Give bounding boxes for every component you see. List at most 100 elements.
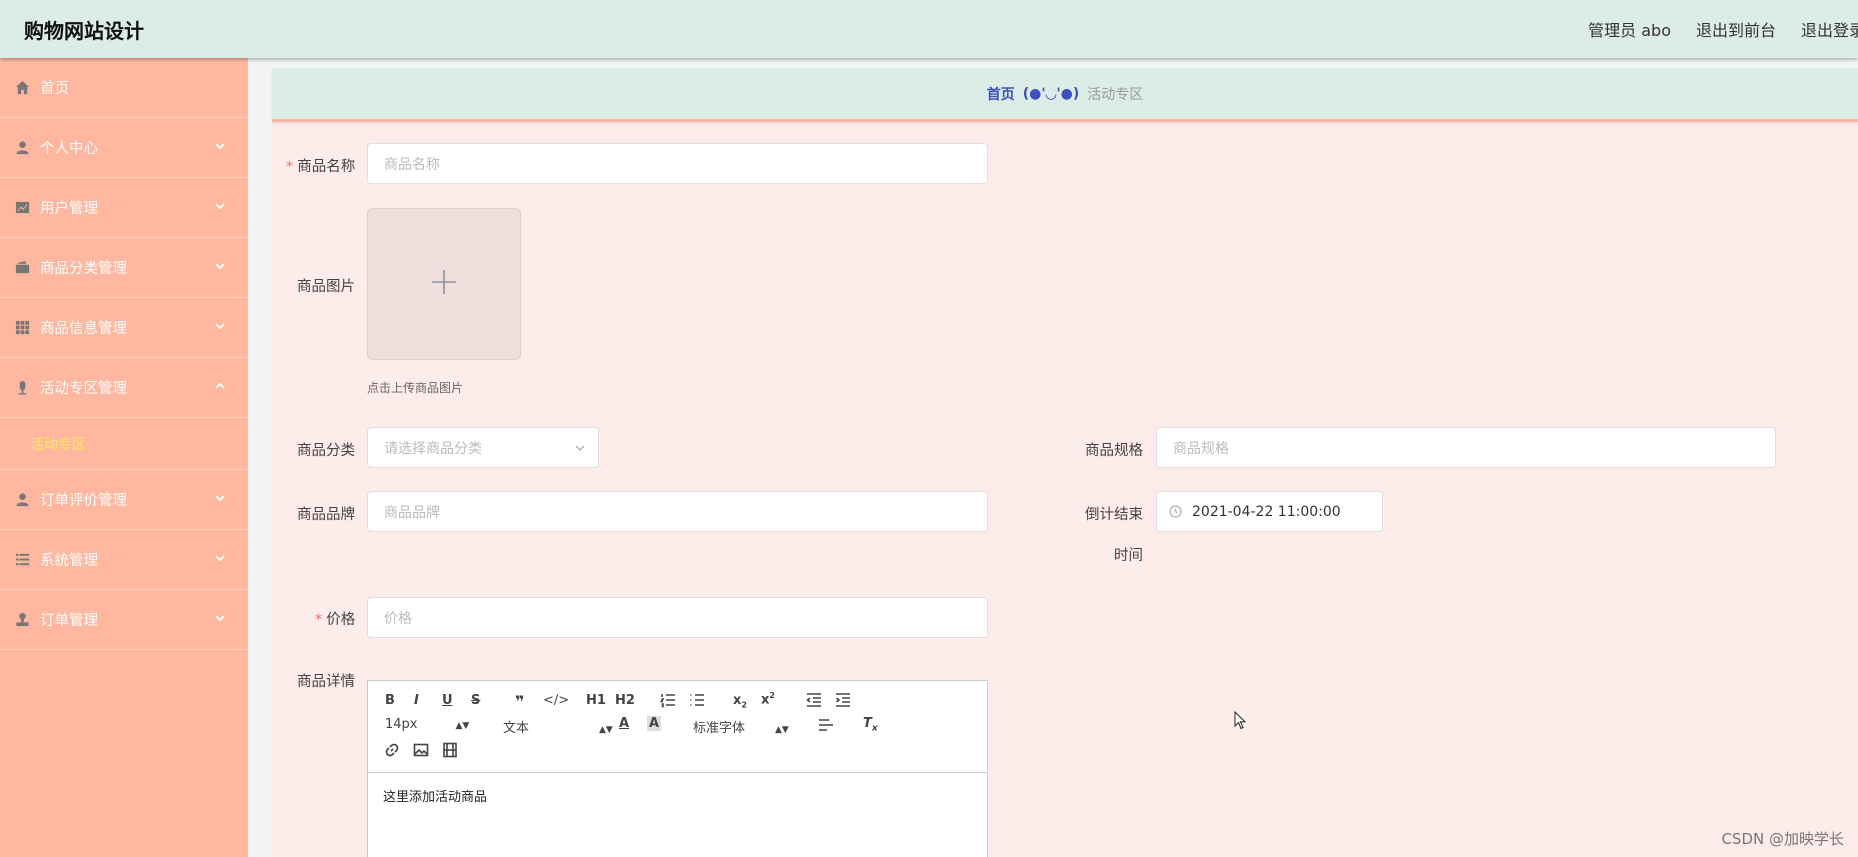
microphone-icon xyxy=(14,380,30,396)
logout-link[interactable]: 退出登录 xyxy=(1801,17,1858,41)
sort-arrows-icon: ▲▼ xyxy=(599,725,613,735)
sidebar-item-home[interactable]: 首页 xyxy=(0,58,248,118)
heading1-button[interactable]: H1 xyxy=(586,693,606,708)
breadcrumb-separator: (●'◡'●) xyxy=(1022,85,1080,102)
top-header: 购物网站设计 管理员 abo 退出到前台 退出登录 xyxy=(0,0,1858,58)
video-icon[interactable] xyxy=(442,742,458,762)
editor-content[interactable]: 这里添加活动商品 xyxy=(383,786,487,805)
countdown-label: 倒计结束 xyxy=(1085,507,1143,523)
countdown-value: 2021-04-22 11:00:00 xyxy=(1192,503,1341,520)
bullet-list-icon[interactable] xyxy=(689,692,705,712)
blockquote-button[interactable]: ❞ xyxy=(515,692,524,711)
detail-label: 商品详情 xyxy=(297,674,355,690)
clock-icon xyxy=(1169,505,1182,518)
superscript-button[interactable]: x2 xyxy=(761,691,775,707)
italic-button[interactable]: I xyxy=(414,693,419,708)
sidebar-item-user-management[interactable]: 用户管理 xyxy=(0,178,248,238)
csdn-watermark: CSDN @加映学长 xyxy=(1721,830,1844,848)
plus-icon xyxy=(431,269,457,299)
wallet-icon xyxy=(14,260,30,276)
header-format-value: 文本 xyxy=(503,721,530,736)
sidebar-item-label: 商品分类管理 xyxy=(40,261,127,277)
back-to-front-link[interactable]: 退出到前台 xyxy=(1696,17,1776,41)
grid-icon xyxy=(14,320,30,336)
font-color-button[interactable]: A xyxy=(619,716,629,731)
chevron-down-icon xyxy=(214,612,226,624)
sidebar-item-label: 订单管理 xyxy=(40,613,98,629)
ordered-list-icon[interactable] xyxy=(660,692,676,712)
font-family-select[interactable]: 标准字体 ▲▼ xyxy=(693,717,789,736)
sidebar-item-label: 用户管理 xyxy=(40,201,98,217)
site-title: 购物网站设计 xyxy=(24,19,144,43)
link-icon[interactable] xyxy=(384,742,400,762)
header-actions: 管理员 abo 退出到前台 退出登录 xyxy=(1588,17,1858,41)
required-marker: * xyxy=(286,159,294,175)
category-select[interactable]: 请选择商品分类 xyxy=(367,427,599,468)
sort-arrows-icon: ▲▼ xyxy=(775,725,789,735)
sidebar-item-category-management[interactable]: 商品分类管理 xyxy=(0,238,248,298)
product-image-label: 商品图片 xyxy=(297,279,355,295)
underline-button[interactable]: U xyxy=(442,693,453,708)
brand-placeholder: 商品品牌 xyxy=(384,504,440,521)
code-block-button[interactable]: </> xyxy=(543,693,569,708)
spec-input[interactable]: 商品规格 xyxy=(1156,427,1776,468)
image-upload-button[interactable] xyxy=(367,208,521,360)
background-color-button[interactable]: A xyxy=(647,716,662,731)
admin-label: 管理员 abo xyxy=(1588,21,1671,40)
sidebar-item-label: 订单评价管理 xyxy=(40,493,127,509)
product-name-input[interactable]: 商品名称 xyxy=(367,143,988,184)
category-placeholder: 请选择商品分类 xyxy=(384,440,482,457)
outdent-icon[interactable] xyxy=(806,692,822,712)
breadcrumb-home[interactable]: 首页 xyxy=(987,84,1015,104)
product-name-label: * 商品名称 xyxy=(286,155,355,176)
brand-label: 商品品牌 xyxy=(297,507,355,523)
subscript-button[interactable]: x2 xyxy=(733,693,747,710)
editor-toolbar: B I U S ❞ </> H1 H2 x2 x2 14px ▲▼ 文本 ▲▼ A … xyxy=(368,681,987,773)
submenu-item-activity-zone[interactable]: 活动专区 xyxy=(30,434,86,454)
sidebar: 首页 个人中心 用户管理 商品分类管理 商品信息管理 活动专区管理 活动专区 订… xyxy=(0,58,248,857)
chevron-down-icon xyxy=(214,260,226,272)
font-size-value: 14px xyxy=(385,717,418,732)
spec-label: 商品规格 xyxy=(1085,443,1143,459)
mouse-cursor-icon xyxy=(1234,710,1248,731)
chevron-down-icon xyxy=(214,320,226,332)
price-label: * 价格 xyxy=(315,608,355,629)
sidebar-item-label: 商品信息管理 xyxy=(40,321,127,337)
bold-button[interactable]: B xyxy=(385,693,395,708)
rich-text-editor: B I U S ❞ </> H1 H2 x2 x2 14px ▲▼ 文本 ▲▼ A … xyxy=(367,680,988,857)
chevron-down-icon xyxy=(214,140,226,152)
chevron-down-icon xyxy=(214,552,226,564)
font-size-select[interactable]: 14px ▲▼ xyxy=(385,717,469,732)
sidebar-item-product-management[interactable]: 商品信息管理 xyxy=(0,298,248,358)
price-placeholder: 价格 xyxy=(384,610,412,627)
font-family-value: 标准字体 xyxy=(693,721,746,736)
sidebar-item-order-management[interactable]: 订单管理 xyxy=(0,590,248,650)
chevron-down-icon xyxy=(574,442,586,454)
heading2-button[interactable]: H2 xyxy=(615,693,635,708)
countdown-datetime-picker[interactable]: 2021-04-22 11:00:00 xyxy=(1156,491,1383,532)
user-icon xyxy=(14,140,30,156)
user-icon xyxy=(14,492,30,508)
sidebar-item-activity-management[interactable]: 活动专区管理 xyxy=(0,358,248,418)
sidebar-item-review-management[interactable]: 订单评价管理 xyxy=(0,470,248,530)
product-name-placeholder: 商品名称 xyxy=(384,156,440,173)
image-icon[interactable] xyxy=(413,742,429,762)
breadcrumb: 首页 (●'◡'●) 活动专区 xyxy=(272,68,1858,122)
header-format-select[interactable]: 文本 ▲▼ xyxy=(503,717,613,736)
home-icon xyxy=(14,80,30,96)
submenu-activity-zone: 活动专区 xyxy=(0,418,248,470)
sidebar-item-label: 活动专区管理 xyxy=(40,381,127,397)
strike-button[interactable]: S xyxy=(471,693,480,708)
sidebar-item-system-management[interactable]: 系统管理 xyxy=(0,530,248,590)
indent-icon[interactable] xyxy=(835,692,851,712)
align-left-icon[interactable] xyxy=(818,717,834,737)
sidebar-item-label: 首页 xyxy=(40,81,69,97)
sidebar-item-personal-center[interactable]: 个人中心 xyxy=(0,118,248,178)
sidebar-item-label: 个人中心 xyxy=(40,141,98,157)
brand-input[interactable]: 商品品牌 xyxy=(367,491,988,532)
price-label-text: 价格 xyxy=(326,612,356,628)
breadcrumb-current: 活动专区 xyxy=(1087,86,1144,103)
price-input[interactable]: 价格 xyxy=(367,597,988,638)
clear-format-button[interactable]: Tx xyxy=(863,716,878,734)
sort-arrows-icon: ▲▼ xyxy=(455,721,470,731)
